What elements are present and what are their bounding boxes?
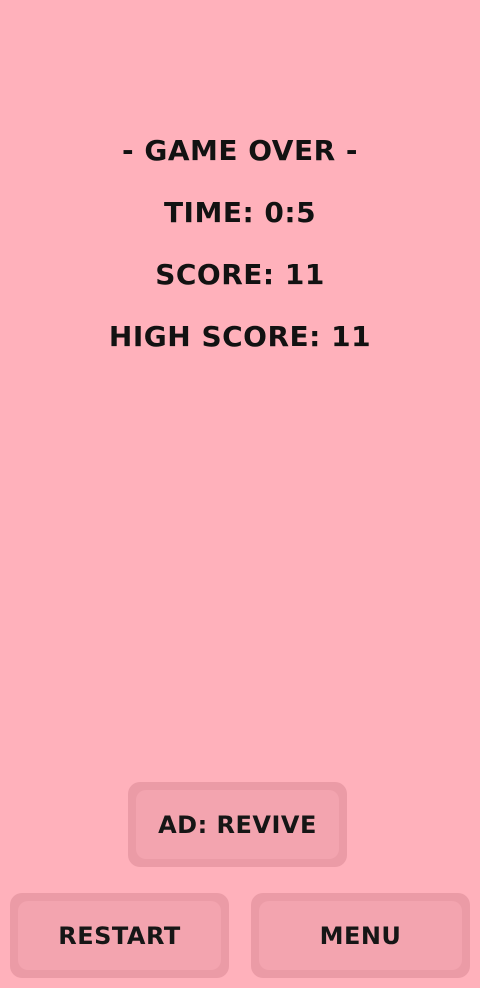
ad-revive-button[interactable]: AD: REVIVE: [128, 782, 347, 867]
menu-button-face: MENU: [259, 901, 462, 970]
high-score-text: HIGH SCORE: 11: [108, 320, 372, 353]
game-over-title: - GAME OVER -: [121, 134, 359, 167]
game-over-panel: - GAME OVER - TIME: 0:5 SCORE: 11 HIGH S…: [0, 120, 480, 368]
ad-revive-button-face: AD: REVIVE: [136, 790, 339, 859]
restart-button[interactable]: RESTART: [10, 893, 229, 978]
menu-button[interactable]: MENU: [251, 893, 470, 978]
time-text: TIME: 0:5: [163, 196, 317, 229]
menu-button-label: MENU: [319, 921, 402, 950]
score-text: SCORE: 11: [155, 258, 325, 291]
restart-button-face: RESTART: [18, 901, 221, 970]
game-over-screen: - GAME OVER - TIME: 0:5 SCORE: 11 HIGH S…: [0, 0, 480, 988]
ad-revive-button-label: AD: REVIVE: [158, 810, 317, 839]
restart-button-label: RESTART: [58, 921, 181, 950]
